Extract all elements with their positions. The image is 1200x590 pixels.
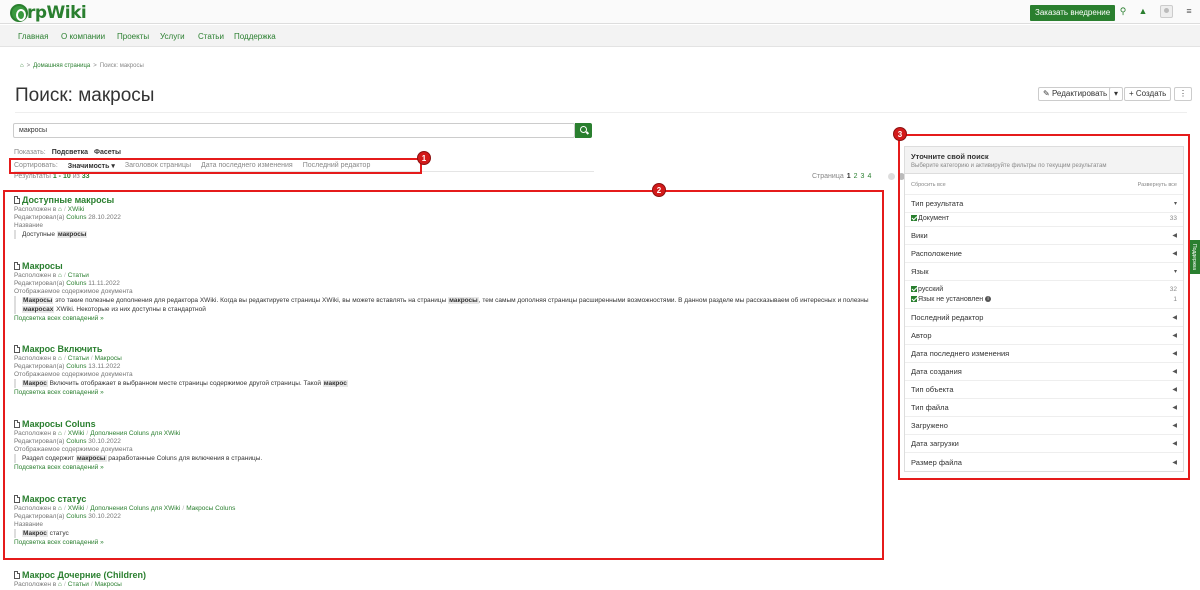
search-button[interactable]: [575, 123, 592, 138]
page-link[interactable]: 3: [861, 173, 865, 180]
highlight-toggle[interactable]: Подсветка: [52, 149, 88, 156]
annotation-box-3: [898, 134, 1190, 480]
prev-page-icon[interactable]: [888, 173, 896, 180]
result-item: Макрос Дочерние (Children) Расположен в …: [14, 570, 146, 588]
main-nav: Главная О компании Проекты Услуги Статьи…: [0, 25, 1200, 47]
pagination: Страница 1 2 3 4: [812, 173, 906, 180]
result-title[interactable]: Макрос Дочерние (Children): [22, 570, 146, 580]
page-link[interactable]: 4: [867, 173, 871, 180]
nav-item-support[interactable]: Поддержка: [234, 32, 276, 41]
page-title: Поиск: макросы: [15, 85, 155, 106]
divider: [15, 112, 1187, 113]
annotation-box-2: [3, 190, 884, 560]
annotation-badge-3: 3: [893, 127, 907, 141]
facets-toggle[interactable]: Фасеты: [94, 149, 121, 156]
result-path-link[interactable]: Статьи: [68, 581, 89, 588]
annotation-badge-2: 2: [652, 183, 666, 197]
avatar[interactable]: [1160, 5, 1173, 18]
edit-button[interactable]: ✎ Редактировать: [1038, 87, 1113, 101]
page-current: 1: [846, 173, 851, 180]
logo-icon: [10, 4, 28, 22]
breadcrumb-home[interactable]: Домашняя страница: [33, 63, 90, 69]
logo-text: rpWiki: [27, 3, 87, 23]
nav-item-home[interactable]: Главная: [18, 32, 48, 41]
nav-item-articles[interactable]: Статьи: [198, 32, 224, 41]
order-button[interactable]: Заказать внедрение: [1030, 5, 1116, 21]
logo[interactable]: rpWiki: [10, 3, 87, 23]
show-options: Показать: Подсветка Фасеты: [14, 149, 121, 156]
menu-icon[interactable]: ≡: [1183, 6, 1195, 16]
home-icon[interactable]: ⌂: [20, 63, 24, 69]
bell-icon[interactable]: ▲: [1137, 6, 1149, 16]
nav-item-services[interactable]: Услуги: [160, 32, 185, 41]
top-bar: rpWiki Заказать внедрение ⚲ ▲ ≡: [0, 0, 1200, 24]
edit-menu-button[interactable]: ▾: [1109, 87, 1124, 101]
annotation-badge-1: 1: [417, 151, 431, 165]
more-actions-button[interactable]: ⋮: [1174, 87, 1192, 101]
search-icon[interactable]: ⚲: [1117, 6, 1129, 17]
document-icon: [14, 571, 20, 579]
nav-item-about[interactable]: О компании: [61, 32, 105, 41]
home-icon: ⌂: [58, 581, 62, 588]
search-input[interactable]: макросы: [13, 123, 575, 138]
breadcrumb: ⌂ > Домашняя страница > Поиск: макросы: [20, 63, 144, 69]
results-count: Результаты 1 - 10 из 33: [14, 173, 90, 180]
create-button[interactable]: + Создать: [1124, 87, 1172, 101]
result-path-link[interactable]: Макросы: [95, 581, 122, 588]
nav-item-projects[interactable]: Проекты: [117, 32, 149, 41]
page-link[interactable]: 2: [854, 173, 858, 180]
breadcrumb-current: Поиск: макросы: [99, 63, 144, 69]
annotation-box-1: [9, 158, 422, 174]
